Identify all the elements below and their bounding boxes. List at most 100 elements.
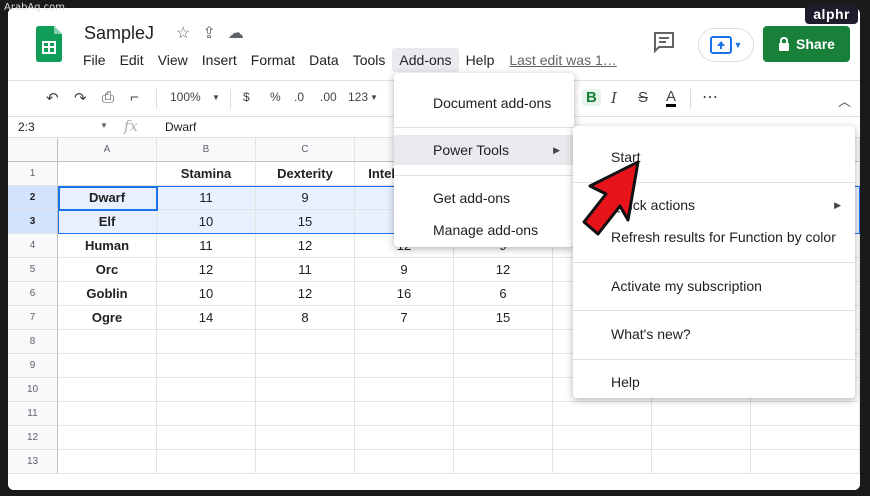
menu-insert[interactable]: Insert: [195, 48, 244, 72]
row-header-7[interactable]: 7: [8, 306, 58, 330]
empty-cell[interactable]: [454, 354, 553, 378]
data-cell[interactable]: 15: [454, 306, 553, 330]
column-header-b[interactable]: B: [157, 138, 256, 162]
menu-edit[interactable]: Edit: [113, 48, 151, 72]
zoom-chevron-icon[interactable]: ▼: [212, 93, 220, 102]
present-button[interactable]: ▼: [698, 28, 754, 62]
menu-item-manage-add-ons[interactable]: Manage add-ons: [394, 215, 574, 245]
row-label-cell[interactable]: Elf: [58, 210, 157, 234]
menu-format[interactable]: Format: [244, 48, 302, 72]
row-header-9[interactable]: 9: [8, 354, 58, 378]
row-label-cell[interactable]: Orc: [58, 258, 157, 282]
empty-cell[interactable]: [157, 378, 256, 402]
strikethrough-button[interactable]: S: [638, 89, 648, 106]
percent-format-button[interactable]: %: [270, 90, 281, 104]
header-cell[interactable]: Dexterity: [256, 162, 355, 186]
menu-item-activate-subscription[interactable]: Activate my subscription: [573, 271, 855, 301]
menu-item-document-add-ons[interactable]: Document add-ons: [394, 88, 574, 118]
menu-add-ons[interactable]: Add-ons: [392, 48, 459, 72]
more-tools-icon[interactable]: ⋯: [702, 87, 718, 107]
zoom-select[interactable]: 100%: [170, 90, 201, 104]
data-cell[interactable]: 12: [256, 282, 355, 306]
menu-file[interactable]: File: [76, 48, 113, 72]
row-header-4[interactable]: 4: [8, 234, 58, 258]
empty-cell[interactable]: [355, 330, 454, 354]
row-label-cell[interactable]: Ogre: [58, 306, 157, 330]
empty-cell[interactable]: [58, 354, 157, 378]
row-header-6[interactable]: 6: [8, 282, 58, 306]
bold-button[interactable]: B: [582, 89, 601, 106]
data-cell[interactable]: 8: [256, 306, 355, 330]
row-label-cell[interactable]: Goblin: [58, 282, 157, 306]
formula-input[interactable]: Dwarf: [165, 120, 196, 134]
empty-cell[interactable]: [58, 450, 157, 474]
empty-cell[interactable]: [157, 354, 256, 378]
comment-history-icon[interactable]: [652, 30, 676, 54]
sheets-logo-icon[interactable]: [36, 26, 62, 62]
last-edit-link[interactable]: Last edit was 1…: [501, 48, 624, 72]
empty-cell[interactable]: [58, 330, 157, 354]
share-button[interactable]: Share: [763, 26, 850, 62]
row-header-3[interactable]: 3: [8, 210, 58, 234]
empty-cell[interactable]: [58, 426, 157, 450]
empty-cell[interactable]: [652, 426, 751, 450]
data-cell[interactable]: 10: [157, 210, 256, 234]
empty-cell[interactable]: [157, 426, 256, 450]
row-header-1[interactable]: 1: [8, 162, 58, 186]
empty-cell[interactable]: [256, 330, 355, 354]
header-cell[interactable]: Stamina: [157, 162, 256, 186]
formats-chevron-icon[interactable]: ▼: [370, 93, 378, 102]
menu-item-get-add-ons[interactable]: Get add-ons: [394, 183, 574, 213]
row-header-12[interactable]: 12: [8, 426, 58, 450]
data-cell[interactable]: 9: [355, 258, 454, 282]
data-cell[interactable]: 12: [256, 234, 355, 258]
menu-item-whats-new[interactable]: What's new?: [573, 319, 855, 349]
select-all-corner[interactable]: [8, 138, 58, 162]
header-cell[interactable]: [58, 162, 157, 186]
italic-button[interactable]: I: [611, 89, 617, 107]
empty-cell[interactable]: [256, 426, 355, 450]
empty-cell[interactable]: [553, 402, 652, 426]
row-label-cell[interactable]: Dwarf: [58, 186, 157, 210]
increase-decimal-button[interactable]: .00: [320, 90, 337, 104]
empty-cell[interactable]: [355, 378, 454, 402]
menu-tools[interactable]: Tools: [346, 48, 393, 72]
empty-cell[interactable]: [652, 450, 751, 474]
row-header-8[interactable]: 8: [8, 330, 58, 354]
empty-cell[interactable]: [256, 378, 355, 402]
cloud-status-icon[interactable]: ☁: [228, 23, 244, 43]
empty-cell[interactable]: [355, 426, 454, 450]
menu-help[interactable]: Help: [459, 48, 502, 72]
empty-cell[interactable]: [256, 402, 355, 426]
data-cell[interactable]: 10: [157, 282, 256, 306]
print-icon[interactable]: ⎙: [102, 89, 114, 106]
move-icon[interactable]: ⇪: [202, 23, 215, 43]
row-header-11[interactable]: 11: [8, 402, 58, 426]
empty-cell[interactable]: [256, 450, 355, 474]
empty-cell[interactable]: [454, 402, 553, 426]
menu-item-power-tools[interactable]: Power Tools ▶: [394, 135, 574, 165]
data-cell[interactable]: 11: [256, 258, 355, 282]
empty-cell[interactable]: [751, 450, 860, 474]
data-cell[interactable]: 16: [355, 282, 454, 306]
column-header-c[interactable]: C: [256, 138, 355, 162]
empty-cell[interactable]: [751, 426, 860, 450]
empty-cell[interactable]: [553, 426, 652, 450]
more-formats-button[interactable]: 123: [348, 90, 368, 104]
empty-cell[interactable]: [751, 402, 860, 426]
undo-icon[interactable]: ↶: [46, 89, 59, 107]
data-cell[interactable]: 12: [157, 258, 256, 282]
name-box[interactable]: 2:3: [18, 120, 108, 134]
decrease-decimal-button[interactable]: .0: [294, 90, 304, 104]
row-label-cell[interactable]: Human: [58, 234, 157, 258]
collapse-chevron-icon[interactable]: ︿: [838, 91, 851, 110]
empty-cell[interactable]: [454, 330, 553, 354]
empty-cell[interactable]: [157, 330, 256, 354]
empty-cell[interactable]: [256, 354, 355, 378]
empty-cell[interactable]: [58, 378, 157, 402]
data-cell[interactable]: 14: [157, 306, 256, 330]
data-cell[interactable]: 7: [355, 306, 454, 330]
row-header-13[interactable]: 13: [8, 450, 58, 474]
data-cell[interactable]: 6: [454, 282, 553, 306]
document-title[interactable]: SampleJ: [84, 23, 154, 44]
